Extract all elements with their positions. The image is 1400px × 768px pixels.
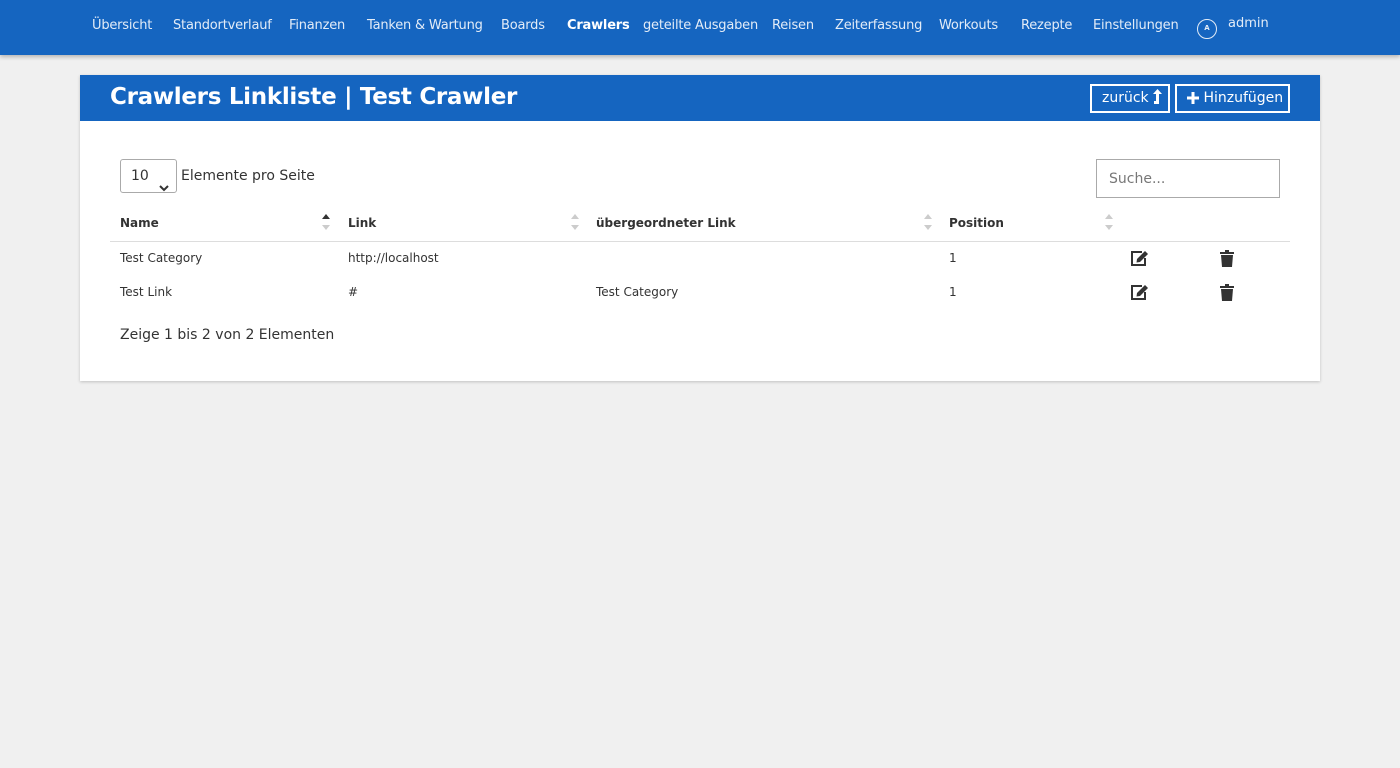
page-title: Crawlers Linkliste | Test Crawler xyxy=(110,84,518,110)
cell-position: 1 xyxy=(949,251,957,265)
sort-asc-icon[interactable] xyxy=(322,213,330,231)
trash-icon[interactable] xyxy=(1220,284,1234,305)
edit-icon[interactable] xyxy=(1130,284,1149,305)
user-circle-icon: A xyxy=(1197,19,1217,39)
back-button[interactable]: zurück xyxy=(1090,84,1170,113)
cell-link: # xyxy=(348,285,359,299)
column-header-name[interactable]: Name xyxy=(120,216,159,230)
sort-icon[interactable] xyxy=(571,213,579,231)
table-info: Zeige 1 bis 2 von 2 Elementen xyxy=(120,327,335,343)
column-header-position[interactable]: Position xyxy=(949,216,1004,230)
nav-item-geteilte-ausgaben[interactable]: geteilte Ausgaben xyxy=(643,18,758,33)
search-input[interactable] xyxy=(1096,159,1280,198)
page-length-select[interactable]: 10 xyxy=(120,159,177,193)
card-header: Crawlers Linkliste | Test Crawler zurück… xyxy=(80,75,1320,121)
cell-position: 1 xyxy=(949,285,957,299)
nav-item-zeiterfassung[interactable]: Zeiterfassung xyxy=(835,18,922,33)
column-header-link[interactable]: Link xyxy=(348,216,376,230)
back-button-label: zurück xyxy=(1102,90,1149,106)
top-navigation: Übersicht Standortverlauf Finanzen Tanke… xyxy=(0,0,1400,55)
nav-item-crawlers[interactable]: Crawlers xyxy=(567,18,630,33)
page-length-value: 10 xyxy=(131,168,149,184)
add-button-label: Hinzufügen xyxy=(1203,90,1284,106)
nav-item-tanken-wartung[interactable]: Tanken & Wartung xyxy=(367,18,483,33)
cell-name: Test Link xyxy=(120,285,173,299)
nav-item-workouts[interactable]: Workouts xyxy=(939,18,998,33)
cell-parent-link: Test Category xyxy=(596,285,679,299)
trash-icon[interactable] xyxy=(1220,250,1234,271)
crawler-links-card: Crawlers Linkliste | Test Crawler zurück… xyxy=(80,75,1320,381)
column-header-parent-link[interactable]: übergeordneter Link xyxy=(596,216,736,230)
arrow-up-icon xyxy=(1153,89,1163,106)
nav-item-finanzen[interactable]: Finanzen xyxy=(289,18,345,33)
cell-name: Test Category xyxy=(120,251,203,265)
user-name: admin xyxy=(1228,16,1269,31)
add-button[interactable]: Hinzufügen xyxy=(1175,84,1290,113)
nav-item-standortverlauf[interactable]: Standortverlauf xyxy=(173,18,272,33)
chevron-down-icon xyxy=(159,172,169,204)
sort-icon[interactable] xyxy=(1105,213,1113,231)
table-header-divider xyxy=(110,241,1290,242)
nav-item-rezepte[interactable]: Rezepte xyxy=(1021,18,1072,33)
edit-icon[interactable] xyxy=(1130,250,1149,271)
nav-item-uebersicht[interactable]: Übersicht xyxy=(92,18,152,33)
nav-item-einstellungen[interactable]: Einstellungen xyxy=(1093,18,1179,33)
page-length-label: Elemente pro Seite xyxy=(181,168,315,184)
plus-icon xyxy=(1187,90,1199,106)
sort-icon[interactable] xyxy=(924,213,932,231)
nav-item-reisen[interactable]: Reisen xyxy=(772,18,814,33)
nav-item-boards[interactable]: Boards xyxy=(501,18,545,33)
cell-link: http://localhost xyxy=(348,251,439,265)
